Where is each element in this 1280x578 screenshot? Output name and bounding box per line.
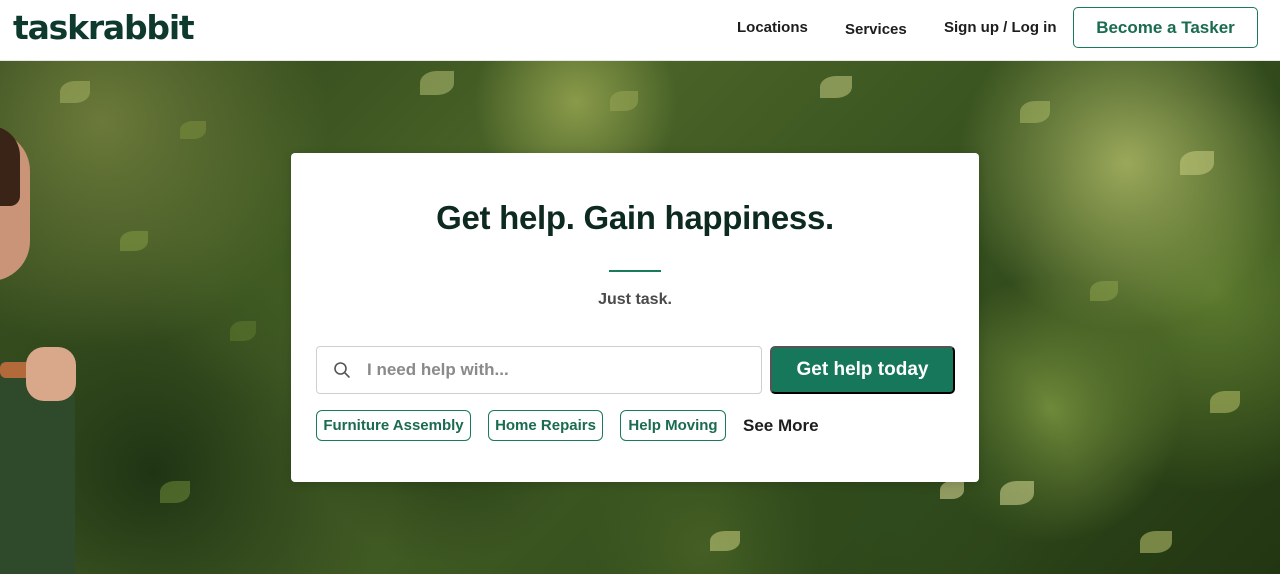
see-more-link[interactable]: See More bbox=[743, 416, 819, 436]
taskrabbit-logo[interactable]: taskrabbit bbox=[13, 8, 195, 47]
nav-locations-link[interactable]: Locations bbox=[737, 19, 808, 36]
hero-subtitle: Just task. bbox=[598, 291, 672, 308]
leaf-decoration bbox=[1180, 151, 1214, 175]
chip-help-moving[interactable]: Help Moving bbox=[620, 410, 726, 441]
leaf-decoration bbox=[1140, 531, 1172, 553]
become-tasker-button[interactable]: Become a Tasker bbox=[1073, 7, 1258, 48]
leaf-decoration bbox=[1020, 101, 1050, 123]
headline-divider bbox=[609, 270, 661, 272]
nav-services-link[interactable]: Services bbox=[845, 21, 907, 38]
search-icon bbox=[334, 362, 350, 378]
leaf-decoration bbox=[1210, 391, 1240, 413]
leaf-decoration bbox=[180, 121, 206, 139]
chip-home-repairs[interactable]: Home Repairs bbox=[488, 410, 603, 441]
hero-section: Get help. Gain happiness. Just task. Get… bbox=[0, 61, 1280, 574]
leaf-decoration bbox=[1090, 281, 1118, 301]
get-help-today-button[interactable]: Get help today bbox=[770, 346, 955, 394]
leaf-decoration bbox=[60, 81, 90, 103]
chip-furniture-assembly[interactable]: Furniture Assembly bbox=[316, 410, 471, 441]
site-header: taskrabbit Locations Services Sign up / … bbox=[0, 0, 1280, 61]
search-box[interactable] bbox=[316, 346, 762, 394]
leaf-decoration bbox=[160, 481, 190, 503]
leaf-decoration bbox=[420, 71, 454, 95]
leaf-decoration bbox=[230, 321, 256, 341]
hero-headline: Get help. Gain happiness. bbox=[436, 199, 834, 236]
person-hand bbox=[26, 347, 76, 401]
leaf-decoration bbox=[1000, 481, 1034, 505]
leaf-decoration bbox=[940, 481, 964, 499]
bottom-strip bbox=[0, 574, 1280, 578]
nav-signup-login-link[interactable]: Sign up / Log in bbox=[944, 19, 1056, 36]
search-input[interactable] bbox=[367, 347, 757, 393]
leaf-decoration bbox=[120, 231, 148, 251]
person-hair bbox=[0, 126, 20, 206]
leaf-decoration bbox=[610, 91, 638, 111]
leaf-decoration bbox=[710, 531, 740, 551]
search-card: Get help. Gain happiness. Just task. Get… bbox=[291, 153, 979, 482]
leaf-decoration bbox=[820, 76, 852, 98]
